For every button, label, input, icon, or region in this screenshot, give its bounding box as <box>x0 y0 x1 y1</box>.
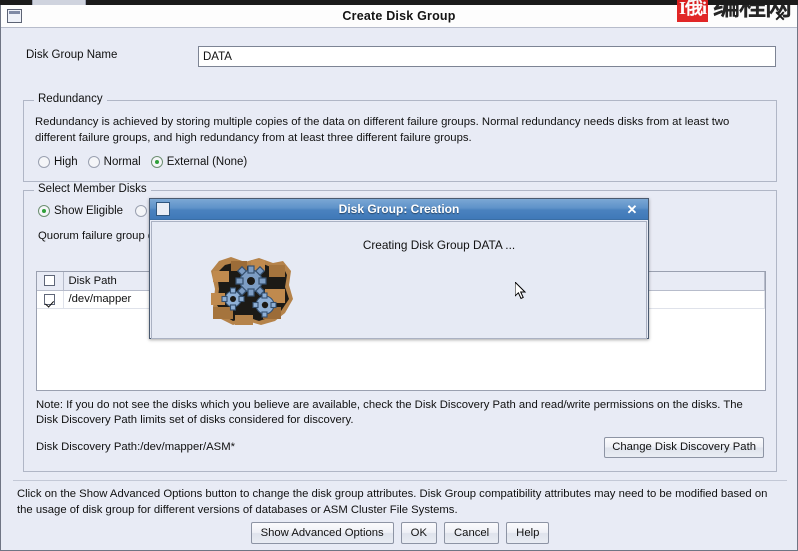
disk-discovery-path-label: Disk Discovery Path:/dev/mapper/ASM* <box>36 441 236 453</box>
ok-button[interactable]: OK <box>400 522 437 544</box>
watermark: I俄i 编程网 <box>677 0 792 22</box>
mouse-cursor <box>515 282 527 300</box>
redundancy-radio-group: High Normal External (None) <box>38 156 247 168</box>
change-disk-discovery-path-button[interactable]: Change Disk Discovery Path <box>604 437 764 458</box>
modal-window-icon <box>156 202 170 216</box>
show-advanced-options-button[interactable]: Show Advanced Options <box>250 522 394 544</box>
radio-normal-label: Normal <box>103 156 141 168</box>
row-checkbox-icon[interactable] <box>44 293 56 305</box>
radio-external-none-label: External (None) <box>166 156 248 168</box>
radio-high-label: High <box>54 156 78 168</box>
modal-message: Creating Disk Group DATA ... <box>362 238 516 252</box>
modal-message-row: Creating Disk Group DATA ... <box>152 238 646 252</box>
row-checkbox-cell[interactable] <box>37 290 64 309</box>
select-all-checkbox-icon[interactable] <box>44 275 56 287</box>
dialog-button-row: Show Advanced Options OK Cancel Help <box>1 522 798 544</box>
modal-body: Creating Disk Group DATA ... <box>151 221 647 339</box>
disk-group-name-input[interactable] <box>198 46 776 67</box>
table-header-checkbox-cell[interactable] <box>37 272 64 291</box>
disk-group-name-row: Disk Group Name <box>1 46 798 68</box>
disk-group-name-label: Disk Group Name <box>26 49 118 61</box>
radio-show-eligible-label: Show Eligible <box>54 205 124 217</box>
radio-show-eligible[interactable]: Show Eligible <box>38 205 123 217</box>
radio-high-icon <box>38 156 50 168</box>
gears-breaking-wall-image <box>211 257 293 325</box>
radio-show-all-icon <box>135 205 148 217</box>
watermark-text: 编程网 <box>713 0 792 22</box>
modal-titlebar: Disk Group: Creation ✕ <box>150 199 648 220</box>
select-member-disks-legend: Select Member Disks <box>34 183 151 195</box>
radio-normal[interactable]: Normal <box>87 156 141 168</box>
discovery-note: Note: If you do not see the disks which … <box>36 399 743 426</box>
redundancy-description: Redundancy is achieved by storing multip… <box>35 116 730 144</box>
footer-note: Click on the Show Advanced Options butto… <box>17 488 768 516</box>
radio-high[interactable]: High <box>38 156 78 168</box>
modal-title: Disk Group: Creation <box>338 202 460 216</box>
screen: Create Disk Group ✕ Disk Group Name Redu… <box>0 0 798 551</box>
footer-divider <box>13 480 787 481</box>
watermark-logo-icon: I俄i <box>677 0 708 22</box>
window-icon <box>7 9 22 23</box>
radio-external-none[interactable]: External (None) <box>150 156 248 168</box>
radio-show-eligible-icon <box>38 205 50 217</box>
modal-close-icon[interactable]: ✕ <box>624 201 640 217</box>
redundancy-legend: Redundancy <box>34 93 107 105</box>
disk-group-creation-modal: Disk Group: Creation ✕ Creating Disk Gro… <box>149 198 649 339</box>
cancel-button[interactable]: Cancel <box>444 522 500 544</box>
help-button[interactable]: Help <box>506 522 550 544</box>
radio-normal-icon <box>87 156 100 168</box>
radio-external-none-icon <box>150 156 163 168</box>
redundancy-group: Redundancy Redundancy is achieved by sto… <box>23 93 777 182</box>
